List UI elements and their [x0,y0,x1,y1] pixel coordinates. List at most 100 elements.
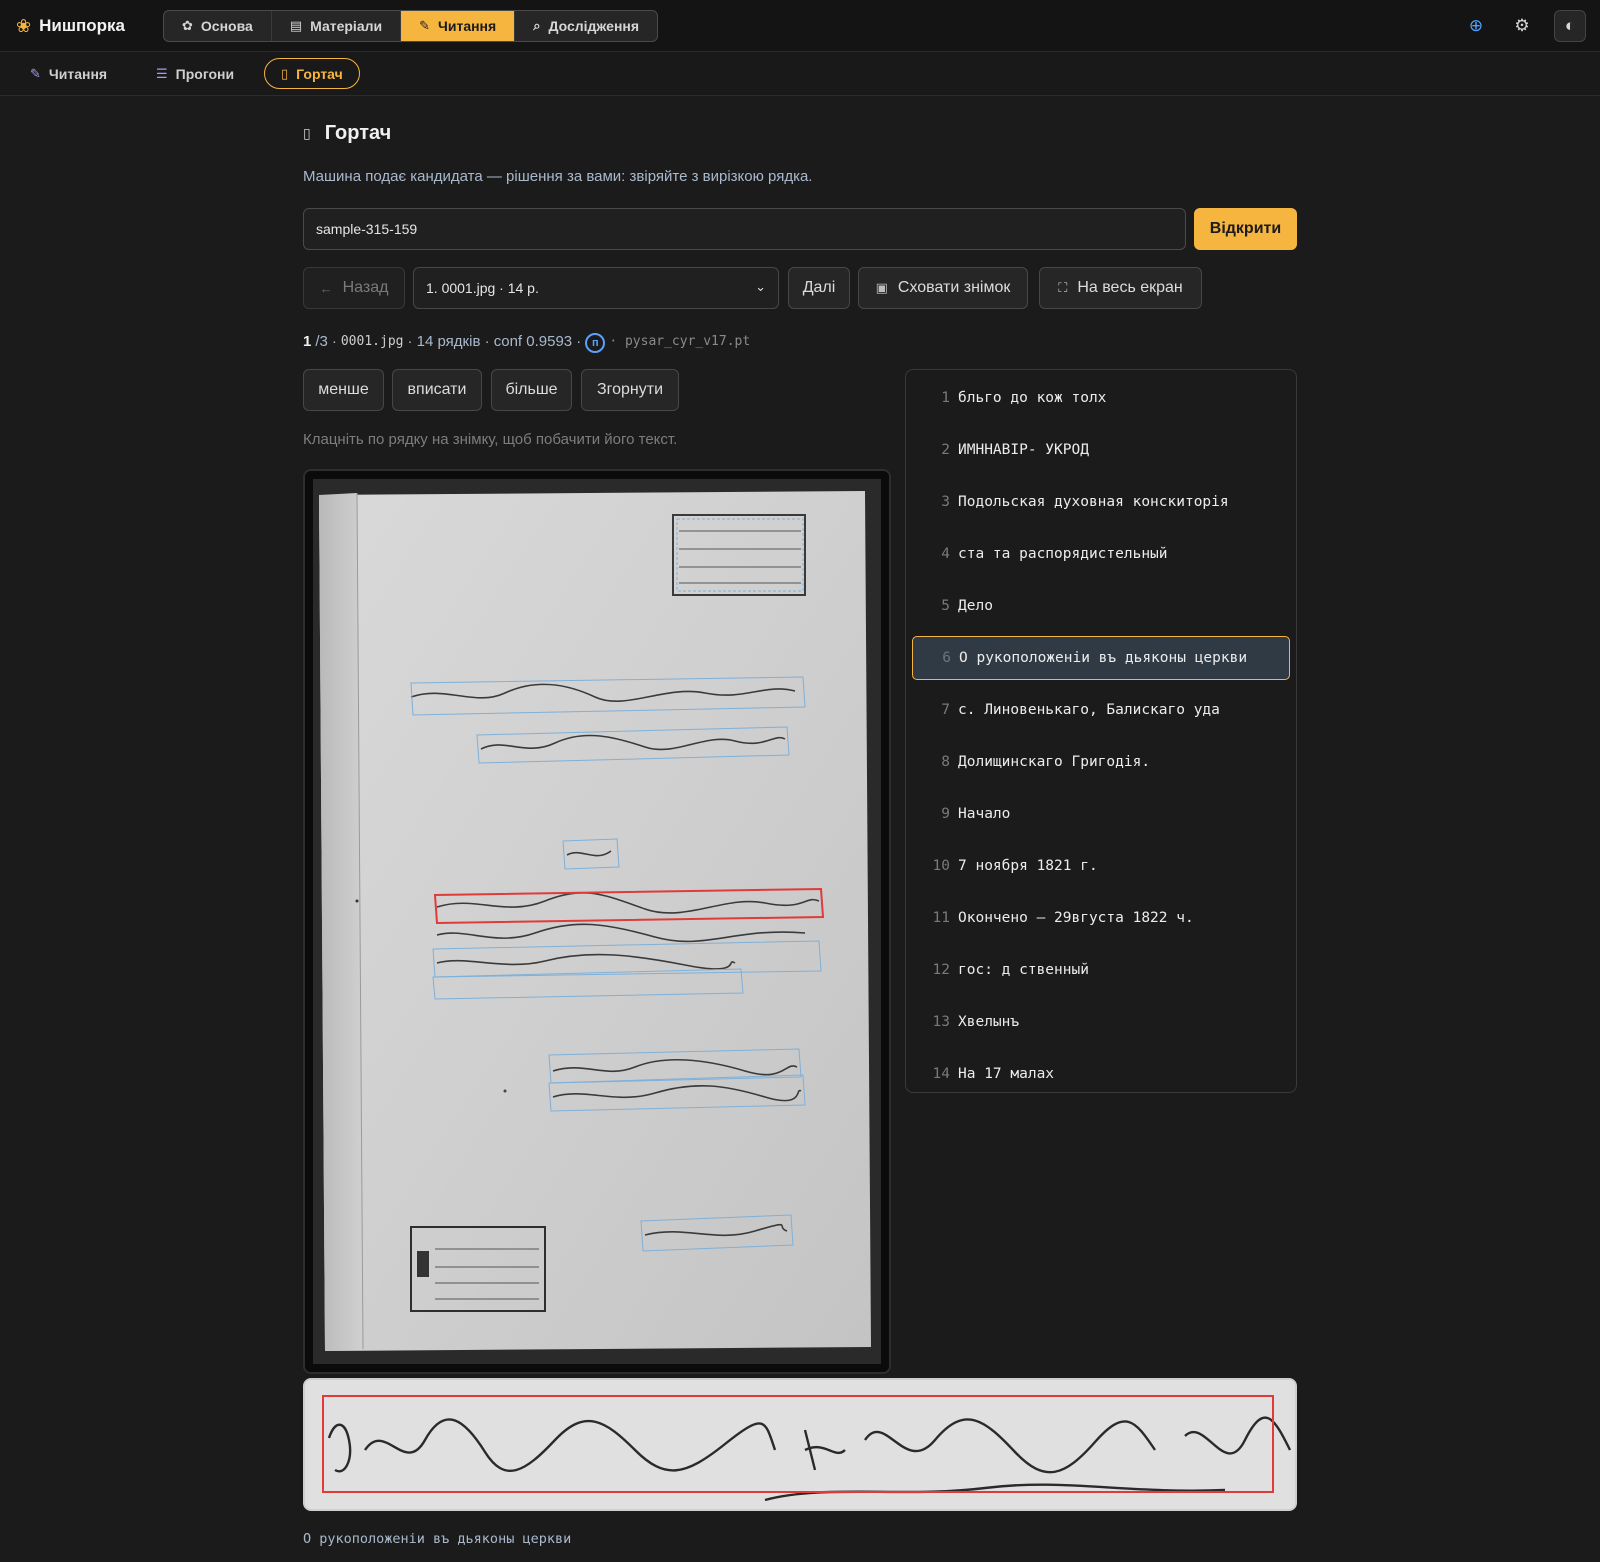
top-bar: ❀ Нишпорка ✿ Основа ▤ Матеріали ✎ Читанн… [0,0,1600,52]
line-text: гос: д ственный [958,962,1089,978]
subtab-label: Гортач [296,65,343,82]
fullscreen-button[interactable]: ⛶ На весь екран [1039,267,1202,309]
brand-name: Нишпорка [39,16,125,35]
file-icon: ▯ [281,65,289,81]
search-icon: ⌕ [533,18,541,33]
theme-toggle-icon[interactable]: ◐ [1554,10,1586,42]
line-item[interactable]: 10 7 ноября 1821 г. [912,844,1290,888]
page-title-text: Гортач [324,122,392,144]
sample-input[interactable] [303,208,1186,250]
line-text: Начало [958,806,1011,822]
arrow-left-icon: ← [319,280,333,296]
back-label: Назад [342,279,389,296]
collapse-button[interactable]: Згорнути [581,369,679,411]
page-scan[interactable] [305,471,889,1372]
paw-icon: ❀ [16,15,32,36]
subtab-runs[interactable]: ☰ Прогони [140,58,250,89]
sub-nav: ✎ Читання ☰ Прогони ▯ Гортач [0,52,1600,96]
line-number: 3 [941,494,950,510]
selected-line-text: О рукоположенiи въ дьяконы церкви [303,1531,572,1547]
line-text: с. Линовенькаго, Балискаго уда [958,702,1220,718]
expand-icon: ⛶ [1058,280,1068,295]
tab-materials[interactable]: ▤ Матеріали [272,11,402,41]
line-text: На 17 малах [958,1066,1055,1082]
line-number: 2 [941,442,950,458]
fullscreen-label: На весь екран [1077,279,1183,296]
subtab-reading[interactable]: ✎ Читання [14,58,123,89]
fit-button[interactable]: вписати [392,369,482,411]
line-item[interactable]: 1 бльго до кож толх [912,376,1290,420]
brand[interactable]: ❀ Нишпорка [16,14,125,38]
line-item[interactable]: 5 Дело [912,584,1290,628]
fit-label: вписати [407,381,467,398]
zoom-in-button[interactable]: більше [491,369,572,411]
line-text: ИМННАВІР- УКРОД [958,442,1089,458]
page-current: 1 [303,332,312,350]
line-text: О рукоположенiи въ дьяконы церкви [959,650,1248,666]
model-name: · pysar_cyr_v17.pt [609,333,751,349]
model-icon: п [585,333,606,353]
line-text: Хвелынъ [958,1014,1020,1030]
page-title: ▯ Гортач [303,122,391,145]
line-item[interactable]: 7 с. Линовенькаго, Балискаго уда [912,688,1290,732]
line-item[interactable]: 12 гос: д ственный [912,948,1290,992]
file-icon: ▯ [303,125,311,141]
feather-icon: ✎ [419,18,431,33]
settings-icon[interactable]: ⚙ [1508,10,1536,42]
line-text: Окончено – 29вгуста 1822 ч. [958,910,1194,926]
line-item[interactable]: 2 ИМННАВІР- УКРОД [912,428,1290,472]
line-item-selected[interactable]: 6 О рукоположенiи въ дьяконы церкви [912,636,1290,680]
line-text: Дело [958,598,993,614]
line-text: 7 ноября 1821 г. [958,858,1098,874]
page-total: /3 [315,332,328,350]
line-number: 11 [932,910,950,926]
page-subtitle: Машина подає кандидата — рішення за вами… [303,168,813,185]
next-label: Далі [802,279,836,296]
line-number: 1 [941,390,950,406]
zoom-in-label: більше [505,381,558,398]
line-text: ста та распорядистельный [958,546,1168,562]
zoom-out-button[interactable]: менше [303,369,384,411]
tab-research[interactable]: ⌕ Дослідження [515,11,657,41]
line-text: Долищинскаго Григодія. [958,754,1151,770]
tab-label: Основа [200,18,253,34]
feather-icon: ✎ [30,65,41,81]
line-number: 6 [942,650,951,666]
meta-separator: · [331,332,337,350]
line-number: 13 [932,1014,950,1030]
page-image-viewer[interactable] [303,469,891,1374]
tab-osnova[interactable]: ✿ Основа [164,11,272,41]
next-button[interactable]: Далі [788,267,850,309]
collapse-label: Згорнути [596,381,664,398]
line-crop-scan [305,1380,1295,1509]
tab-reading[interactable]: ✎ Читання [401,11,516,41]
line-item[interactable]: 11 Окончено – 29вгуста 1822 ч. [912,896,1290,940]
hint-text: Клацніть по рядку на знімку, щоб побачит… [303,431,678,448]
line-number: 7 [941,702,950,718]
line-item[interactable]: 14 На 17 малах [912,1052,1290,1096]
tab-label: Матеріали [310,18,383,34]
line-item[interactable]: 9 Начало [912,792,1290,836]
main-tabs: ✿ Основа ▤ Матеріали ✎ Читання ⌕ Дослідж… [163,10,659,42]
zoom-out-label: менше [318,381,369,398]
line-item[interactable]: 13 Хвелынъ [912,1000,1290,1044]
select-value: 1. 0001.jpg · 14 р. [426,280,539,296]
hide-image-button[interactable]: ▣ Сховати знімок [858,267,1028,309]
line-text: бльго до кож толх [958,390,1107,406]
line-number: 5 [941,598,950,614]
recognized-lines-panel: 1 бльго до кож толх 2 ИМННАВІР- УКРОД 3 Под… [905,369,1297,1093]
globe-icon[interactable]: ⊕ [1462,10,1490,42]
file-name: 0001.jpg [340,333,404,349]
list-icon: ☰ [156,65,168,81]
line-item[interactable]: 4 ста та распорядистельный [912,532,1290,576]
page-select[interactable]: 1. 0001.jpg · 14 р. ⌄ [413,267,779,309]
line-number: 4 [941,546,950,562]
top-icons: ⊕ ⚙ ◐ [1462,10,1586,42]
line-number: 10 [932,858,950,874]
back-button[interactable]: ← Назад [303,267,405,309]
page-meta: 1/3 · 0001.jpg · 14 рядків · conf 0.9593… [303,329,750,353]
open-button[interactable]: Відкрити [1194,208,1297,250]
line-item[interactable]: 8 Долищинскаго Григодія. [912,740,1290,784]
subtab-browser[interactable]: ▯ Гортач [264,58,360,89]
line-item[interactable]: 3 Подольская духовная конскиторія [912,480,1290,524]
